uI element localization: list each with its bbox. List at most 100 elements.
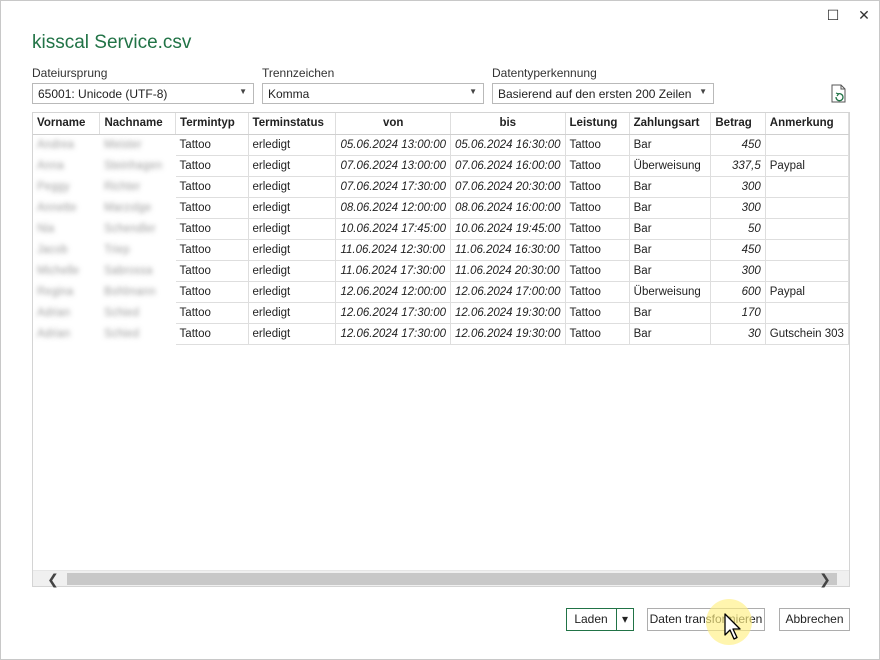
cancel-button[interactable]: Abbrechen (779, 608, 850, 631)
scroll-right-icon[interactable]: ❯ (815, 571, 835, 587)
table-cell (765, 176, 849, 198)
table-cell: Annette (37, 201, 77, 214)
table-cell: Jacob (37, 243, 68, 256)
table-cell: 10.06.2024 17:45:00 (335, 218, 451, 240)
column-header[interactable]: Vorname (33, 113, 101, 135)
table-cell: Tattoo (175, 218, 249, 240)
scroll-left-icon[interactable]: ❮ (43, 571, 63, 587)
table-cell: Tattoo (175, 176, 249, 198)
column-header[interactable]: Terminstatus (248, 113, 337, 135)
data-preview-grid[interactable]: Vorname Nachname Termintyp Terminstatus … (32, 112, 850, 587)
table-row: Anna Steinhagen Tattoo erledigt 07.06.2024 1… (33, 155, 849, 177)
table-cell: Tattoo (175, 197, 249, 219)
table-cell: erledigt (248, 197, 337, 219)
table-cell: 07.06.2024 17:30:00 (335, 176, 451, 198)
table-cell: Bar (629, 197, 712, 219)
delimiter-select[interactable]: Komma ▼ (262, 83, 484, 104)
table-row: Adrian Schied Tattoo erledigt 12.06.2024 17:… (33, 323, 849, 345)
table-cell: 450 (710, 239, 766, 261)
table-cell: Überweisung (629, 281, 712, 303)
table-header-row: Vorname Nachname Termintyp Terminstatus … (33, 113, 849, 135)
delimiter-select-value: Komma (268, 87, 310, 101)
table-row: Jacob Triep Tattoo erledigt 11.06.2024 12:30… (33, 239, 849, 261)
table-cell: Anna (37, 159, 64, 172)
table-cell: erledigt (248, 155, 337, 177)
table-cell: Tattoo (565, 176, 630, 198)
table-cell: 12.06.2024 19:30:00 (450, 302, 566, 324)
detection-select[interactable]: Basierend auf den ersten 200 Zeilen ▼ (492, 83, 714, 104)
table-cell: 07.06.2024 16:00:00 (450, 155, 566, 177)
table-cell: Überweisung (629, 155, 712, 177)
table-cell: 300 (710, 176, 766, 198)
table-cell: Bar (629, 218, 712, 240)
table-row: Regina Bohlmann Tattoo erledigt 12.06.2024 1… (33, 281, 849, 303)
column-header[interactable]: Leistung (565, 113, 630, 135)
table-cell: Tattoo (565, 239, 630, 261)
table-cell: erledigt (248, 239, 337, 261)
table-cell: Bar (629, 302, 712, 324)
column-header[interactable]: Betrag (710, 113, 766, 135)
load-button-label: Laden (574, 612, 608, 626)
table-row: Annette Marzolge Tattoo erledigt 08.06.2024 … (33, 197, 849, 219)
table-cell: Tattoo (175, 239, 249, 261)
column-header[interactable]: Zahlungsart (629, 113, 712, 135)
table-cell (765, 302, 849, 324)
column-header[interactable]: Termintyp (175, 113, 249, 135)
table-cell: Paypal (765, 155, 849, 177)
table-cell: 300 (710, 197, 766, 219)
table-cell: Meister (103, 138, 142, 151)
table-cell (765, 260, 849, 282)
table-cell: Bar (629, 323, 712, 345)
table-row: Peggy Richter Tattoo erledigt 07.06.2024 17:… (33, 176, 849, 198)
table-cell: 12.06.2024 17:00:00 (450, 281, 566, 303)
table-cell: 11.06.2024 17:30:00 (335, 260, 451, 282)
table-cell: Bohlmann (103, 285, 156, 298)
table-cell (765, 239, 849, 261)
refresh-preview-icon[interactable] (830, 84, 848, 104)
close-icon[interactable]: ✕ (856, 7, 872, 23)
scrollbar-thumb[interactable] (67, 573, 837, 585)
table-cell: Bar (629, 176, 712, 198)
table-cell: Sabrossa (103, 264, 153, 277)
table-cell: erledigt (248, 302, 337, 324)
horizontal-scrollbar[interactable]: ❮ ❯ (33, 570, 849, 587)
mouse-pointer-icon (724, 613, 741, 640)
table-cell: Schendler (103, 222, 156, 235)
table-cell: 50 (710, 218, 766, 240)
table-cell: Bar (629, 239, 712, 261)
table-cell: Bar (629, 134, 712, 156)
origin-label: Dateiursprung (32, 66, 108, 80)
table-cell (765, 197, 849, 219)
delimiter-label: Trennzeichen (262, 66, 335, 80)
column-header[interactable]: Anmerkung (765, 113, 849, 135)
table-cell: Nia (37, 222, 55, 235)
detection-select-value: Basierend auf den ersten 200 Zeilen (498, 87, 692, 101)
table-cell: Michelle (37, 264, 80, 277)
table-cell: Peggy (37, 180, 70, 193)
table-cell: Marzolge (103, 201, 152, 214)
table-row: Andrea Meister Tattoo erledigt 05.06.2024 13… (33, 134, 849, 156)
maximize-icon[interactable]: ☐ (825, 7, 841, 23)
table-cell: Adrian (37, 327, 71, 340)
table-cell: Tattoo (175, 281, 249, 303)
table-cell: 170 (710, 302, 766, 324)
import-dialog: ☐ ✕ kisscal Service.csv Dateiursprung 65… (0, 0, 880, 660)
table-row: Nia Schendler Tattoo erledigt 10.06.2024 17:… (33, 218, 849, 240)
origin-select[interactable]: 65001: Unicode (UTF-8) ▼ (32, 83, 254, 104)
table-row: Michelle Sabrossa Tattoo erledigt 11.06.2024… (33, 260, 849, 282)
table-cell: 12.06.2024 17:30:00 (335, 302, 451, 324)
dialog-title: kisscal Service.csv (32, 32, 192, 53)
column-header[interactable]: Nachname (99, 113, 177, 135)
chevron-down-icon: ▼ (699, 87, 707, 96)
load-dropdown-button[interactable]: ▾ (616, 608, 634, 631)
table-cell: 11.06.2024 16:30:00 (450, 239, 566, 261)
column-header[interactable]: von (335, 113, 451, 135)
table-cell: Steinhagen (103, 159, 163, 172)
table-cell: 05.06.2024 13:00:00 (335, 134, 451, 156)
table-cell: 11.06.2024 12:30:00 (335, 239, 451, 261)
column-header[interactable]: bis (450, 113, 566, 135)
table-cell: Tattoo (175, 260, 249, 282)
table-cell: Richter (103, 180, 141, 193)
chevron-down-icon: ▾ (621, 612, 629, 626)
table-cell: Tattoo (565, 302, 630, 324)
